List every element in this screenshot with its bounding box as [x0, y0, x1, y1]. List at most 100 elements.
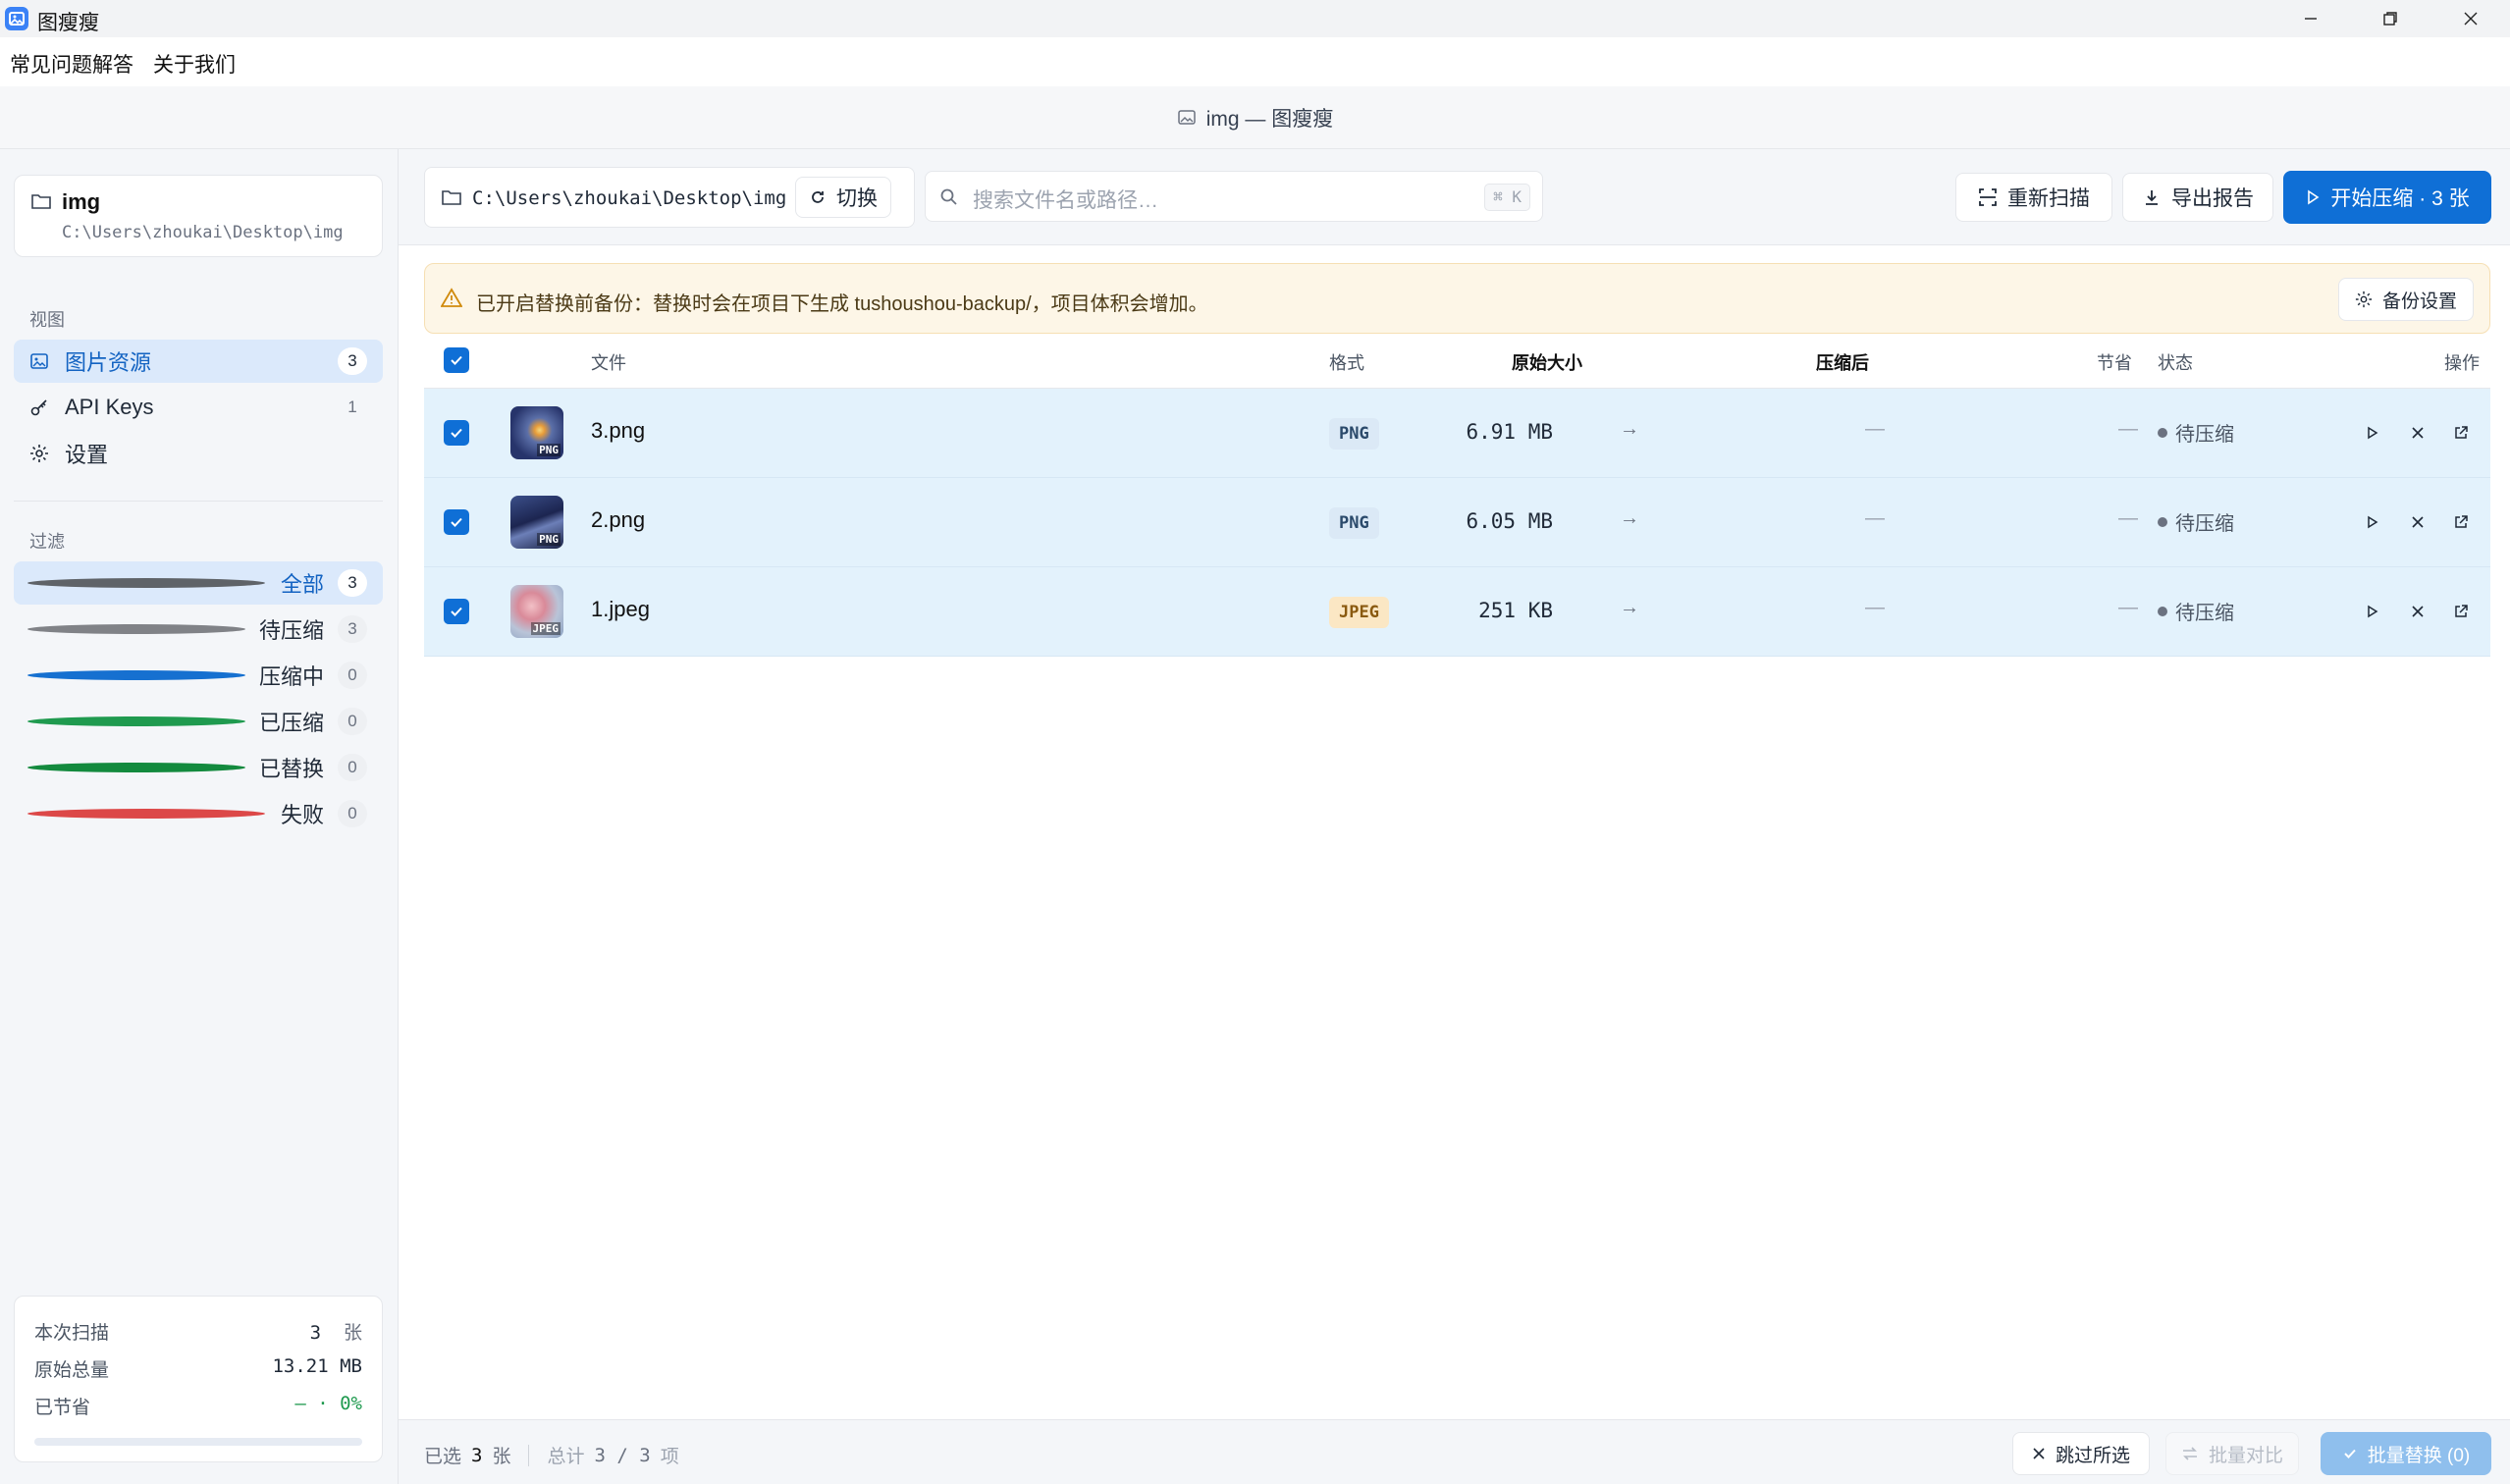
sidebar-item-images[interactable]: 图片资源 3: [14, 340, 383, 383]
close-icon: [2412, 427, 2424, 439]
divider: [14, 501, 383, 502]
stat-label: 本次扫描: [34, 1323, 110, 1344]
gear-icon: [2355, 291, 2373, 308]
export-report-button[interactable]: 导出报告: [2122, 173, 2273, 222]
close-icon: [2412, 606, 2424, 617]
compress-button[interactable]: [2360, 599, 2385, 624]
table-row[interactable]: JPEG 1.jpeg JPEG 251 KB → — — 待压缩: [424, 567, 2490, 657]
total-prefix: 总计: [547, 1446, 585, 1467]
rescan-label: 重新扫描: [2007, 187, 2090, 210]
check-icon: [2344, 1449, 2356, 1458]
filter-color-marker: [27, 716, 245, 726]
minimize-button[interactable]: [2271, 0, 2350, 37]
savings-progress-bar: [34, 1438, 362, 1446]
filter-color-marker: [27, 809, 265, 819]
open-file-button[interactable]: [2448, 420, 2474, 446]
saving-value: —: [2118, 418, 2138, 440]
status-dot: [2158, 427, 2167, 438]
rescan-button[interactable]: 重新扫描: [1955, 173, 2112, 222]
compress-button[interactable]: [2360, 509, 2385, 535]
format-badge: PNG: [1329, 418, 1379, 450]
stats-card: 本次扫描 3 张 原始总量 13.21 MB 已节省 — · 0%: [14, 1296, 383, 1462]
filter-color-marker: [27, 670, 245, 680]
close-window-button[interactable]: [2431, 0, 2510, 37]
open-file-button[interactable]: [2448, 599, 2474, 624]
switch-label: 切换: [836, 187, 878, 210]
app-logo-icon: [5, 7, 28, 30]
sidebar-item-api-keys[interactable]: API Keys 1: [14, 386, 383, 429]
skip-button[interactable]: [2405, 509, 2430, 535]
filter-pending[interactable]: 待压缩 3: [14, 608, 383, 651]
format-badge: PNG: [1329, 507, 1379, 539]
search-shortcut-hint: ⌘ K: [1484, 184, 1530, 211]
search-icon: [940, 188, 957, 205]
menu-bar: 常见问题解答 关于我们: [0, 37, 2510, 86]
filter-label: 已替换: [258, 757, 324, 781]
filter-compressed[interactable]: 已压缩 0: [14, 700, 383, 743]
refresh-icon: [812, 191, 824, 203]
close-icon: [2464, 12, 2478, 26]
skip-selected-label: 跳过所选: [2055, 1445, 2130, 1466]
stat-value-group: 3 张: [310, 1318, 362, 1345]
menu-item-faq[interactable]: 常见问题解答: [10, 49, 134, 79]
filter-label: 已压缩: [258, 711, 324, 735]
warning-text: 已开启替换前备份：替换时会在项目下生成 tushoushou-backup/，项…: [476, 293, 1208, 315]
batch-replace-button[interactable]: 批量替换 (0): [2321, 1432, 2491, 1475]
column-header-file[interactable]: 文件: [591, 349, 626, 375]
filter-section-label: 过滤: [29, 532, 65, 552]
sidebar-item-settings[interactable]: 设置: [14, 432, 383, 475]
selected-prefix: 已选: [424, 1446, 462, 1467]
column-header-compressed[interactable]: 压缩后: [1816, 349, 1869, 375]
filter-replaced[interactable]: 已替换 0: [14, 746, 383, 789]
file-name: 1.jpeg: [591, 597, 650, 621]
row-checkbox[interactable]: [444, 599, 469, 624]
selected-count: 3: [471, 1444, 483, 1466]
skip-button[interactable]: [2405, 599, 2430, 624]
filter-compressing[interactable]: 压缩中 0: [14, 654, 383, 697]
search-input[interactable]: 搜索文件名或路径… ⌘ K: [925, 171, 1543, 222]
skip-selected-button[interactable]: 跳过所选: [2012, 1432, 2150, 1475]
compressed-size: —: [1865, 507, 1885, 529]
play-icon: [2368, 515, 2378, 529]
project-card[interactable]: img C:\Users\zhoukai\Desktop\img: [14, 175, 383, 257]
image-thumbnail[interactable]: JPEG: [510, 585, 563, 638]
menu-item-about[interactable]: 关于我们: [153, 49, 236, 79]
sidebar-item-label: API Keys: [65, 395, 154, 419]
switch-folder-button[interactable]: 切换: [795, 177, 891, 218]
backup-settings-button[interactable]: 备份设置: [2338, 278, 2474, 321]
image-thumbnail[interactable]: PNG: [510, 496, 563, 549]
external-link-icon: [2455, 605, 2468, 617]
table-row[interactable]: PNG 3.png PNG 6.91 MB → — — 待压缩: [424, 389, 2490, 478]
start-compress-button[interactable]: 开始压缩 · 3 张: [2283, 171, 2491, 224]
skip-button[interactable]: [2405, 420, 2430, 446]
column-header-actions: 操作: [2444, 353, 2480, 373]
status-badge: 待压缩: [2158, 418, 2234, 447]
document-title: img — 图瘦瘦: [1205, 107, 1334, 131]
row-checkbox[interactable]: [444, 420, 469, 446]
column-header-saving[interactable]: 节省: [2097, 349, 2132, 375]
table-row[interactable]: PNG 2.png PNG 6.05 MB → — — 待压缩: [424, 478, 2490, 567]
total-unit: 项: [660, 1446, 679, 1467]
count-badge: 1: [347, 398, 357, 416]
compress-button[interactable]: [2360, 420, 2385, 446]
status-text: 待压缩: [2175, 424, 2234, 446]
image-thumbnail[interactable]: PNG: [510, 406, 563, 459]
row-checkbox[interactable]: [444, 509, 469, 535]
document-title-bar: img — 图瘦瘦: [0, 86, 2510, 149]
app-title: 图瘦瘦: [37, 12, 99, 34]
view-section-label: 视图: [29, 310, 65, 330]
column-header-format[interactable]: 格式: [1329, 349, 1364, 375]
open-file-button[interactable]: [2448, 509, 2474, 535]
divider: [528, 1444, 530, 1466]
filter-failed[interactable]: 失败 0: [14, 792, 383, 835]
original-size: 251 KB: [1478, 599, 1553, 622]
filter-label: 压缩中: [258, 664, 324, 689]
sidebar: img C:\Users\zhoukai\Desktop\img 视图 图片资源…: [0, 149, 399, 1484]
select-all-checkbox[interactable]: [444, 347, 469, 373]
filter-all[interactable]: 全部 3: [14, 561, 383, 605]
batch-compare-button[interactable]: 批量对比: [2165, 1432, 2299, 1475]
restore-button[interactable]: [2351, 0, 2430, 37]
column-header-original[interactable]: 原始大小: [1512, 349, 1582, 375]
stat-value: 3: [309, 1322, 322, 1344]
column-header-status[interactable]: 状态: [2158, 349, 2193, 375]
